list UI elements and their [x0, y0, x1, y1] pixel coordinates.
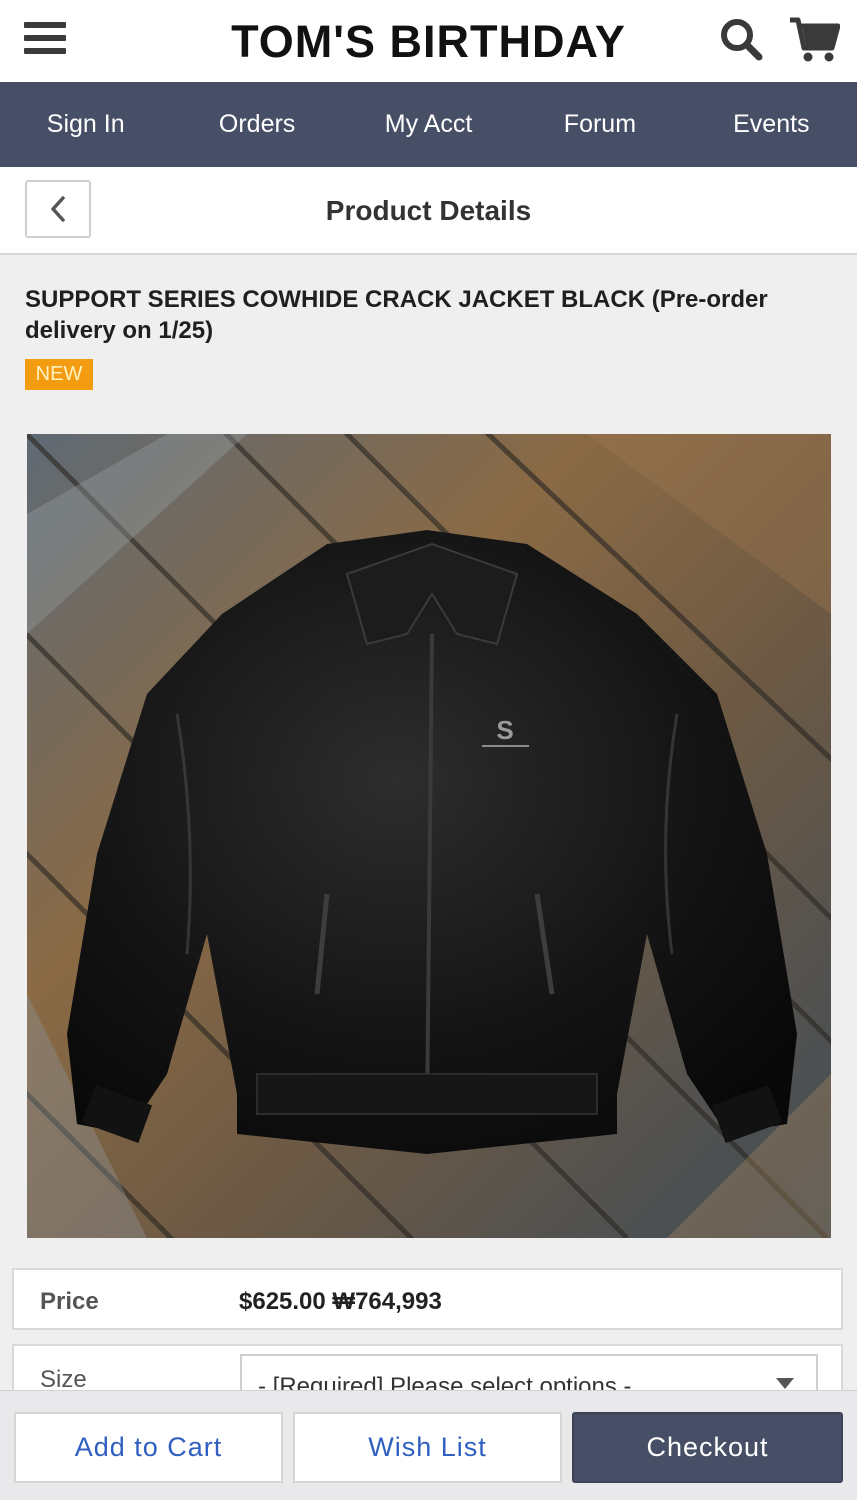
wish-list-button[interactable]: Wish List [293, 1412, 562, 1483]
product-title: SUPPORT SERIES COWHIDE CRACK JACKET BLAC… [25, 286, 768, 344]
product-image[interactable]: S [27, 434, 831, 1238]
leather-jacket-photo: S [27, 434, 831, 1238]
checkout-button[interactable]: Checkout [572, 1412, 843, 1483]
price-value: $625.00 ₩764,993 [239, 1288, 442, 1315]
nav-my-account[interactable]: My Acct [343, 82, 514, 167]
cart-icon[interactable] [788, 14, 840, 64]
nav-events[interactable]: Events [686, 82, 857, 167]
price-row: Price $625.00 ₩764,993 [12, 1268, 843, 1330]
main-nav: Sign In Orders My Acct Forum Events [0, 82, 857, 167]
page-title: Product Details [325, 195, 532, 226]
nav-forum[interactable]: Forum [514, 82, 685, 167]
nav-orders[interactable]: Orders [171, 82, 342, 167]
price-label: Price [40, 1288, 99, 1315]
chevron-down-icon [776, 1378, 794, 1389]
new-badge: NEW [25, 359, 93, 390]
add-to-cart-button[interactable]: Add to Cart [14, 1412, 283, 1483]
bottom-action-bar: Add to Cart Wish List Checkout [0, 1390, 857, 1500]
svg-text:S: S [496, 715, 513, 745]
product-page: TOM'S BIRTHDAY Sign In Orders My Acct Fo… [0, 0, 857, 1500]
subheader: Product Details [0, 167, 857, 255]
search-icon[interactable] [718, 16, 764, 62]
nav-sign-in[interactable]: Sign In [0, 82, 171, 167]
top-header: TOM'S BIRTHDAY [0, 0, 857, 82]
